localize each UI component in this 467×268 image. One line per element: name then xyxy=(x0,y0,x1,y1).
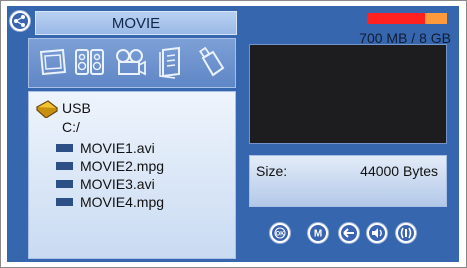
file-name: MOVIE4.mpg xyxy=(80,194,165,210)
movie-file-icon xyxy=(56,198,73,206)
photo-frame-icon xyxy=(39,48,67,76)
document-icon xyxy=(159,46,180,79)
file-item[interactable]: MOVIE4.mpg xyxy=(56,193,164,211)
file-browser: USB C:/ MOVIE1.avi MOVIE2.mpg MOVIE3.avi xyxy=(28,91,236,259)
speakers-icon xyxy=(75,49,104,75)
device-frame: MOVIE 700 MB / 8 GB USB C:/ MOVIE1.avi M… xyxy=(0,0,467,268)
file-info-panel: Size: 44000 Bytes xyxy=(249,155,447,207)
current-path: C:/ xyxy=(62,119,80,135)
file-name: MOVIE3.avi xyxy=(80,176,155,192)
back-arrow-icon xyxy=(341,225,357,241)
volume-icon xyxy=(369,225,385,241)
file-list: MOVIE1.avi MOVIE2.mpg MOVIE3.avi MOVIE4.… xyxy=(56,139,164,211)
category-usb-button[interactable] xyxy=(193,44,227,80)
home-globe-icon[interactable] xyxy=(9,10,31,32)
file-name: MOVIE2.mpg xyxy=(80,158,165,174)
device-label[interactable]: USB xyxy=(62,100,91,116)
movie-file-icon xyxy=(56,144,73,152)
player-screen: MOVIE 700 MB / 8 GB USB C:/ MOVIE1.avi M… xyxy=(7,6,459,262)
size-label: Size: xyxy=(256,163,288,179)
menu-button[interactable]: M xyxy=(307,222,329,244)
storage-capacity-bar xyxy=(367,13,447,24)
menu-text: M xyxy=(314,229,322,240)
category-document-button[interactable] xyxy=(153,44,187,80)
page-title: MOVIE xyxy=(35,11,237,35)
storage-used-fill xyxy=(367,13,425,24)
usb-drive-icon xyxy=(35,100,59,118)
back-button[interactable] xyxy=(338,222,360,244)
file-item[interactable]: MOVIE2.mpg xyxy=(56,157,164,175)
category-movie-button[interactable] xyxy=(113,44,147,80)
category-bar xyxy=(28,38,236,88)
ok-button[interactable]: OK xyxy=(269,222,291,244)
sound-mode-icon xyxy=(398,225,414,241)
sound-mode-button[interactable] xyxy=(395,222,417,244)
file-item[interactable]: MOVIE3.avi xyxy=(56,175,164,193)
volume-button[interactable] xyxy=(366,222,388,244)
movie-file-icon xyxy=(56,180,73,188)
video-preview xyxy=(249,44,447,144)
movie-file-icon xyxy=(56,162,73,170)
film-reels-icon xyxy=(116,49,146,76)
file-item[interactable]: MOVIE1.avi xyxy=(56,139,164,157)
menu-icon: M xyxy=(310,225,326,241)
category-photo-button[interactable] xyxy=(35,44,69,80)
ok-text: OK xyxy=(276,232,286,238)
size-value: 44000 Bytes xyxy=(360,163,438,179)
file-name: MOVIE1.avi xyxy=(80,140,155,156)
ok-icon: OK xyxy=(272,225,288,241)
category-music-button[interactable] xyxy=(73,44,107,80)
usb-plug-icon xyxy=(198,46,225,77)
